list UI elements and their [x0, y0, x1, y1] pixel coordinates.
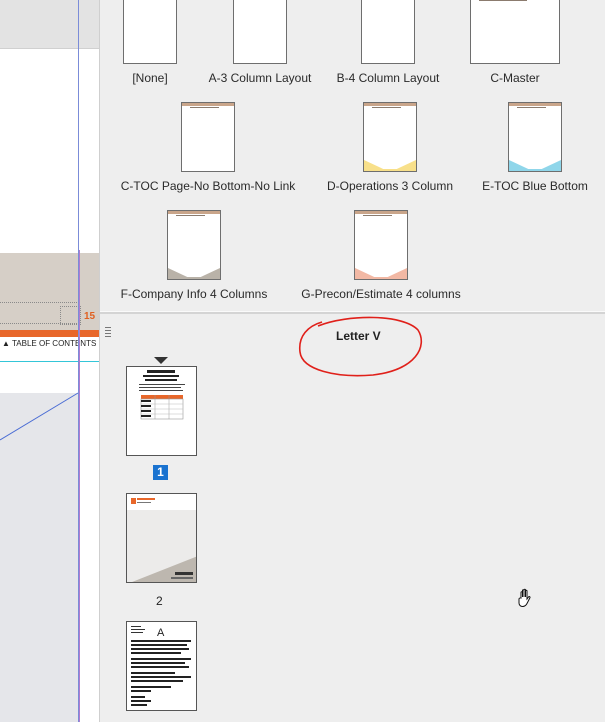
canvas-top-strip — [0, 0, 99, 49]
grip-icon[interactable] — [105, 327, 111, 337]
master-thumbnail[interactable] — [508, 102, 562, 172]
thumb-header-line — [176, 215, 205, 216]
page-thumbnail-2[interactable] — [126, 493, 197, 583]
master-label: C-TOC Page-No Bottom-No Link — [120, 179, 296, 193]
hand-cursor-icon — [518, 588, 531, 608]
thumb-header-band — [168, 211, 220, 214]
page-3-prefix: A — [157, 627, 165, 639]
master-thumbnail[interactable] — [233, 0, 287, 64]
page-thumbnail-3[interactable]: A — [126, 621, 197, 711]
column-guide — [79, 250, 80, 722]
thumb-header-line — [372, 107, 401, 108]
document-canvas[interactable]: 15 ▲ TABLE OF CONTENTS ▲ — [0, 0, 99, 722]
master-label: A-3 Column Layout — [208, 71, 312, 85]
master-thumbnail[interactable] — [363, 102, 417, 172]
guide-line — [0, 361, 99, 362]
master-none[interactable]: [None] — [112, 0, 188, 85]
master-g-precon-estimate[interactable]: G-Precon/Estimate 4 columns — [291, 210, 471, 301]
page-thumbnail-1[interactable] — [126, 366, 197, 456]
page-3-preview: A — [131, 626, 191, 706]
thumb-header-line — [190, 107, 219, 108]
diagonal-guide — [0, 392, 79, 441]
page-number-text: 15 — [84, 311, 96, 322]
master-b-4-column-layout[interactable]: B-4 Column Layout — [328, 0, 448, 85]
master-label: E-TOC Blue Bottom — [482, 179, 588, 193]
master-label: [None] — [132, 71, 168, 85]
thumb-footer — [364, 160, 416, 171]
thumb-header-band — [364, 103, 416, 106]
master-thumbnail[interactable] — [123, 0, 177, 64]
thumb-header-band — [509, 103, 561, 106]
thumb-header-line — [517, 107, 546, 108]
master-e-toc-blue-bottom[interactable]: E-TOC Blue Bottom — [475, 102, 595, 193]
page-number-label-2[interactable]: 2 — [156, 594, 163, 608]
orange-accent-bar — [0, 330, 99, 337]
master-thumbnail[interactable] — [181, 102, 235, 172]
pages-panel: [None] A-3 Column Layout B-4 Column Layo… — [99, 0, 605, 722]
master-thumbnail[interactable] — [354, 210, 408, 280]
master-label: G-Precon/Estimate 4 columns — [301, 287, 461, 301]
master-c-toc-page[interactable]: C-TOC Page-No Bottom-No Link — [108, 102, 308, 193]
master-c-master[interactable]: C-Master — [465, 0, 565, 85]
master-label: B-4 Column Layout — [336, 71, 440, 85]
master-a-3-column-layout[interactable]: A-3 Column Layout — [200, 0, 320, 85]
master-thumbnail[interactable] — [167, 210, 221, 280]
master-thumbnail[interactable] — [470, 0, 560, 64]
thumb-footer — [355, 268, 407, 279]
thumb-footer — [509, 160, 561, 171]
master-d-operations-3-column[interactable]: D-Operations 3 Column — [315, 102, 465, 193]
page-number-label-1[interactable]: 1 — [153, 465, 168, 480]
spread-marker-icon — [154, 357, 168, 364]
thumb-footer — [168, 268, 220, 279]
toc-strip-text: ▲ TABLE OF CONTENTS ▲ — [2, 339, 99, 348]
page-1-preview — [139, 370, 185, 420]
red-annotation-circle — [298, 316, 423, 377]
master-label: D-Operations 3 Column — [326, 179, 454, 193]
thumb-header-band — [355, 211, 407, 214]
master-label: F-Company Info 4 Columns — [120, 287, 268, 301]
page-2-preview — [127, 494, 196, 582]
thumb-header-band — [182, 103, 234, 106]
master-f-company-info[interactable]: F-Company Info 4 Columns — [112, 210, 276, 301]
master-thumbnail[interactable] — [361, 0, 415, 64]
master-label: C-Master — [490, 71, 540, 85]
thumb-header-line — [363, 215, 392, 216]
thumb-header-line — [479, 0, 528, 1]
